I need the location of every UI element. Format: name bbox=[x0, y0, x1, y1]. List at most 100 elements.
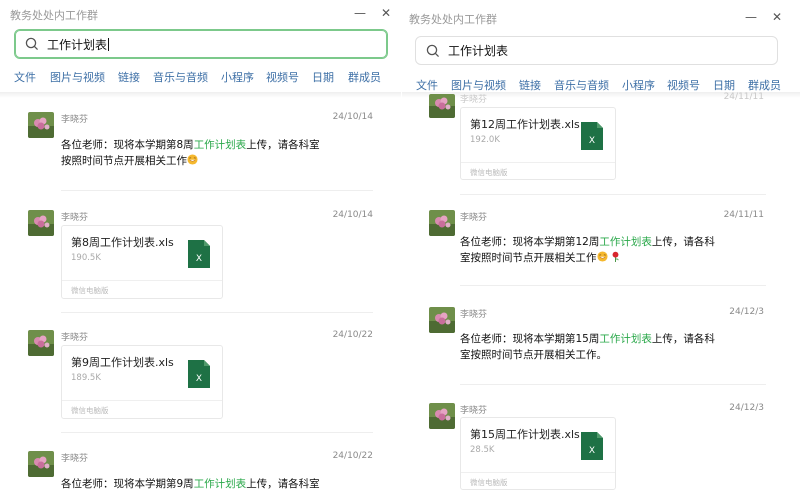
divider bbox=[460, 194, 766, 195]
svg-text:X: X bbox=[196, 374, 202, 384]
message-text: 各位老师：现将本学期第12周工作计划表上传，请各科 室按照时间节点开展相关工作 bbox=[460, 234, 715, 266]
file-card[interactable]: 第9周工作计划表.xls 189.5K X 微信电脑版 bbox=[61, 345, 223, 419]
file-source: 微信电脑版 bbox=[470, 168, 508, 177]
sender-name: 李晓芬 bbox=[61, 115, 89, 125]
tab-channels[interactable]: 视频号 bbox=[266, 69, 299, 85]
title-bar: 教务处处内工作群 — ✕ bbox=[0, 0, 401, 30]
text-part: 室按照时间节点开展相关工作。 bbox=[460, 349, 607, 361]
file-card[interactable]: 第15周工作计划表.xls 28.5K X 微信电脑版 bbox=[460, 417, 616, 490]
file-source: 微信电脑版 bbox=[71, 406, 109, 415]
tab-mini-programs[interactable]: 小程序 bbox=[221, 69, 254, 85]
flower-avatar-icon bbox=[28, 330, 54, 356]
sender-name: 李晓芬 bbox=[460, 406, 488, 416]
sender-name: 李晓芬 bbox=[460, 95, 488, 105]
tab-group-members[interactable]: 群成员 bbox=[348, 69, 381, 85]
file-name: 第8周工作计划表.xls bbox=[71, 236, 174, 249]
file-size: 190.5K bbox=[71, 253, 101, 263]
file-source: 微信电脑版 bbox=[71, 286, 109, 295]
close-button[interactable]: ✕ bbox=[770, 10, 784, 24]
search-value: 工作计划表 bbox=[448, 44, 509, 58]
minimize-button[interactable]: — bbox=[353, 6, 367, 20]
header-shadow bbox=[0, 92, 401, 98]
file-size: 28.5K bbox=[470, 445, 495, 455]
close-button[interactable]: ✕ bbox=[379, 6, 393, 20]
message-text: 各位老师：现将本学期第9周工作计划表上传，请各科室 bbox=[61, 476, 320, 492]
text-caret bbox=[108, 37, 110, 51]
card-divider bbox=[461, 472, 615, 473]
avatar bbox=[429, 210, 455, 236]
file-size: 189.5K bbox=[71, 373, 101, 383]
file-card[interactable]: 第8周工作计划表.xls 190.5K X 微信电脑版 bbox=[61, 225, 223, 299]
flower-avatar-icon bbox=[429, 307, 455, 333]
search-input[interactable]: 工作计划表 bbox=[14, 29, 388, 59]
message-date: 24/11/11 bbox=[723, 92, 764, 102]
avatar bbox=[429, 403, 455, 429]
flower-avatar-icon bbox=[429, 210, 455, 236]
text-part: 各位老师：现将本学期第8周 bbox=[61, 139, 194, 151]
filter-tabs: 文件 图片与视频 链接 音乐与音频 小程序 视频号 日期 群成员 bbox=[416, 77, 781, 93]
file-name: 第12周工作计划表.xls bbox=[470, 118, 580, 131]
file-name: 第9周工作计划表.xls bbox=[71, 356, 174, 369]
excel-file-icon: X bbox=[581, 432, 603, 460]
search-input[interactable]: 工作计划表 bbox=[415, 36, 778, 65]
title-bar: 教务处处内工作群 — ✕ bbox=[402, 4, 800, 34]
smile-emoji-icon bbox=[187, 154, 198, 165]
avatar bbox=[28, 330, 54, 356]
file-source: 微信电脑版 bbox=[470, 478, 508, 487]
search-icon bbox=[426, 44, 439, 57]
tab-images-videos[interactable]: 图片与视频 bbox=[50, 69, 105, 85]
tab-group-members[interactable]: 群成员 bbox=[748, 77, 781, 93]
search-value: 工作计划表 bbox=[47, 37, 108, 52]
message-date: 24/12/3 bbox=[729, 307, 764, 317]
svg-text:X: X bbox=[196, 254, 202, 264]
tab-links[interactable]: 链接 bbox=[118, 69, 140, 85]
avatar bbox=[429, 307, 455, 333]
window-title: 教务处处内工作群 bbox=[409, 13, 497, 26]
right-search-window: 教务处处内工作群 — ✕ 工作计划表 文件 图片与视频 链接 音乐与音频 小程序… bbox=[402, 0, 800, 499]
excel-file-icon: X bbox=[188, 240, 210, 268]
file-size: 192.0K bbox=[470, 135, 500, 145]
tab-links[interactable]: 链接 bbox=[519, 77, 541, 93]
message-date: 24/11/11 bbox=[723, 210, 764, 220]
rose-emoji-icon bbox=[612, 251, 619, 262]
divider bbox=[61, 312, 373, 313]
svg-text:X: X bbox=[589, 136, 595, 146]
text-part: 室按照时间节点开展相关工作 bbox=[460, 252, 597, 264]
tab-channels[interactable]: 视频号 bbox=[667, 77, 700, 93]
tab-date[interactable]: 日期 bbox=[312, 69, 334, 85]
tab-mini-programs[interactable]: 小程序 bbox=[622, 77, 655, 93]
flower-avatar-icon bbox=[429, 94, 455, 118]
search-icon bbox=[25, 37, 38, 50]
text-part: 各位老师：现将本学期第12周 bbox=[460, 236, 600, 248]
window-title: 教务处处内工作群 bbox=[10, 9, 98, 22]
sender-name: 李晓芬 bbox=[61, 213, 89, 223]
text-part: 上传，请各科 bbox=[651, 333, 715, 345]
text-part: 按照时间节点开展相关工作 bbox=[61, 155, 187, 167]
highlighted-keyword: 工作计划表 bbox=[599, 333, 652, 345]
tab-music-audio[interactable]: 音乐与音频 bbox=[153, 69, 208, 85]
message-date: 24/10/14 bbox=[332, 112, 373, 122]
message-text: 各位老师：现将本学期第8周工作计划表上传，请各科室 按照时间节点开展相关工作 bbox=[61, 137, 320, 169]
minimize-button[interactable]: — bbox=[744, 10, 758, 24]
tab-date[interactable]: 日期 bbox=[713, 77, 735, 93]
highlighted-keyword: 工作计划表 bbox=[599, 236, 652, 248]
avatar bbox=[429, 94, 455, 118]
flower-avatar-icon bbox=[429, 403, 455, 429]
flower-avatar-icon bbox=[28, 451, 54, 477]
card-divider bbox=[461, 162, 615, 163]
sender-name: 李晓芬 bbox=[460, 310, 488, 320]
tab-images-videos[interactable]: 图片与视频 bbox=[451, 77, 506, 93]
text-part: 上传，请各科室 bbox=[246, 478, 320, 490]
divider bbox=[61, 190, 373, 191]
tab-files[interactable]: 文件 bbox=[14, 69, 36, 85]
avatar bbox=[28, 451, 54, 477]
flower-avatar-icon bbox=[28, 112, 54, 138]
smile-emoji-icon bbox=[596, 251, 608, 262]
tab-files[interactable]: 文件 bbox=[416, 77, 438, 93]
text-part: 上传，请各科 bbox=[651, 236, 715, 248]
highlighted-keyword: 工作计划表 bbox=[193, 478, 247, 490]
tab-music-audio[interactable]: 音乐与音频 bbox=[554, 77, 609, 93]
message-text: 各位老师：现将本学期第15周工作计划表上传，请各科 室按照时间节点开展相关工作。 bbox=[460, 331, 715, 363]
file-card[interactable]: 第12周工作计划表.xls 192.0K X 微信电脑版 bbox=[460, 107, 616, 180]
sender-name: 李晓芬 bbox=[61, 333, 89, 343]
